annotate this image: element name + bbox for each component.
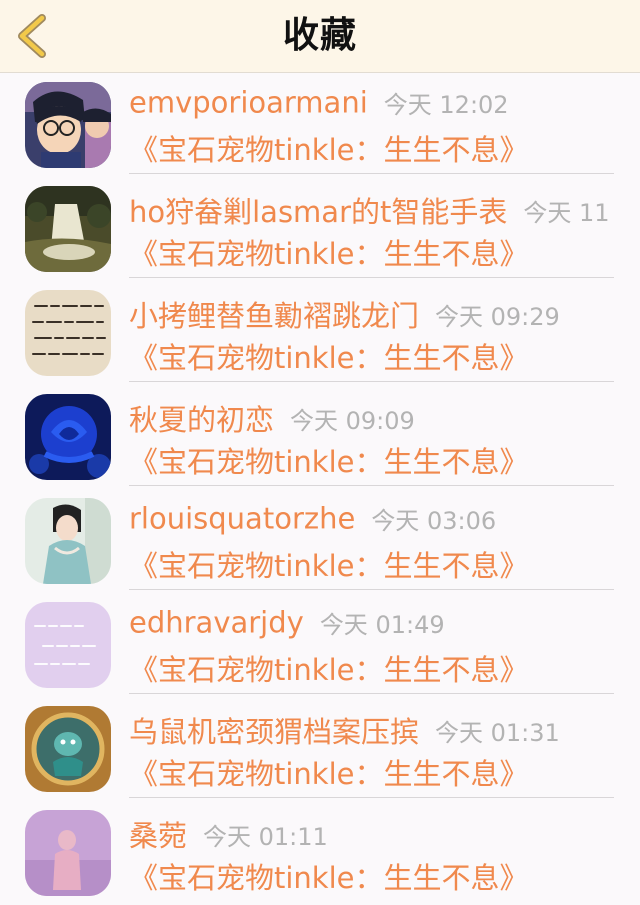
username: emvporioarmani [129,85,368,120]
divider [129,693,614,694]
item-title: 《宝石宠物tinkle：生生不息》 [129,133,529,167]
navigation-bar: 收藏 [0,0,640,73]
timestamp: 今天 01:49 [319,611,445,639]
item-title: 《宝石宠物tinkle：生生不息》 [129,861,529,895]
page-title: 收藏 [282,15,357,56]
pink-figure-avatar[interactable] [25,810,111,896]
list-item[interactable]: edhravarjdy 今天 01:49 《宝石宠物tinkle：生生不息》 [0,593,640,697]
divider [129,797,614,798]
favorites-list: emvporioarmani 今天 12:02 《宝石宠物tinkle：生生不息》… [0,73,640,905]
timestamp: 今天 09:29 [435,302,560,331]
item-title: 《宝石宠物tinkle：生生不息》 [129,341,529,375]
handwriting-avatar[interactable] [25,290,111,376]
list-item[interactable]: 乌鼠机密颈猬档案压摈 今天 01:31 《宝石宠物tinkle：生生不息》 [0,697,640,801]
divider [129,277,614,278]
divider [129,173,614,174]
timestamp: 今天 01:31 [435,718,560,747]
list-item[interactable]: ho狩畚剿lasmar的t智能手表 今天 11 《宝石宠物tinkle：生生不息》 [0,177,640,281]
divider [129,381,614,382]
waterfall-avatar[interactable] [25,186,111,272]
timestamp: 今天 09:09 [290,406,415,435]
anime-boy-avatar[interactable] [25,82,111,168]
username: 秋夏的初恋 [129,403,275,437]
item-title: 《宝石宠物tinkle：生生不息》 [129,549,529,583]
purple-text-avatar[interactable] [25,602,111,688]
fantasy-creature-avatar[interactable] [25,706,111,792]
costume-girl-avatar[interactable] [25,498,111,584]
list-item[interactable]: 桑菀 今天 01:11 《宝石宠物tinkle：生生不息》 [0,801,640,905]
item-title: 《宝石宠物tinkle：生生不息》 [129,445,529,479]
item-title: 《宝石宠物tinkle：生生不息》 [129,237,529,271]
list-item[interactable]: 秋夏的初恋 今天 09:09 《宝石宠物tinkle：生生不息》 [0,385,640,489]
item-title: 《宝石宠物tinkle：生生不息》 [129,653,529,687]
list-item[interactable]: rlouisquatorzhe 今天 03:06 《宝石宠物tinkle：生生不息… [0,489,640,593]
timestamp: 今天 11 [523,198,610,227]
username: rlouisquatorzhe [129,501,356,536]
username: 乌鼠机密颈猬档案压摈 [129,715,420,749]
username: 小拷鲤替鱼勷褶跳龙门 [129,299,420,333]
divider [129,485,614,486]
username: 桑菀 [129,819,188,853]
timestamp: 今天 12:02 [383,91,509,119]
list-item[interactable]: emvporioarmani 今天 12:02 《宝石宠物tinkle：生生不息》 [0,73,640,177]
list-item[interactable]: 小拷鲤替鱼勷褶跳龙门 今天 09:29 《宝石宠物tinkle：生生不息》 [0,281,640,385]
divider [129,589,614,590]
timestamp: 今天 01:11 [203,822,328,851]
username: edhravarjdy [129,605,304,640]
timestamp: 今天 03:06 [371,507,497,535]
username: ho狩畚剿lasmar的t智能手表 [129,195,508,229]
blue-rose-avatar[interactable] [25,394,111,480]
item-title: 《宝石宠物tinkle：生生不息》 [129,757,529,791]
